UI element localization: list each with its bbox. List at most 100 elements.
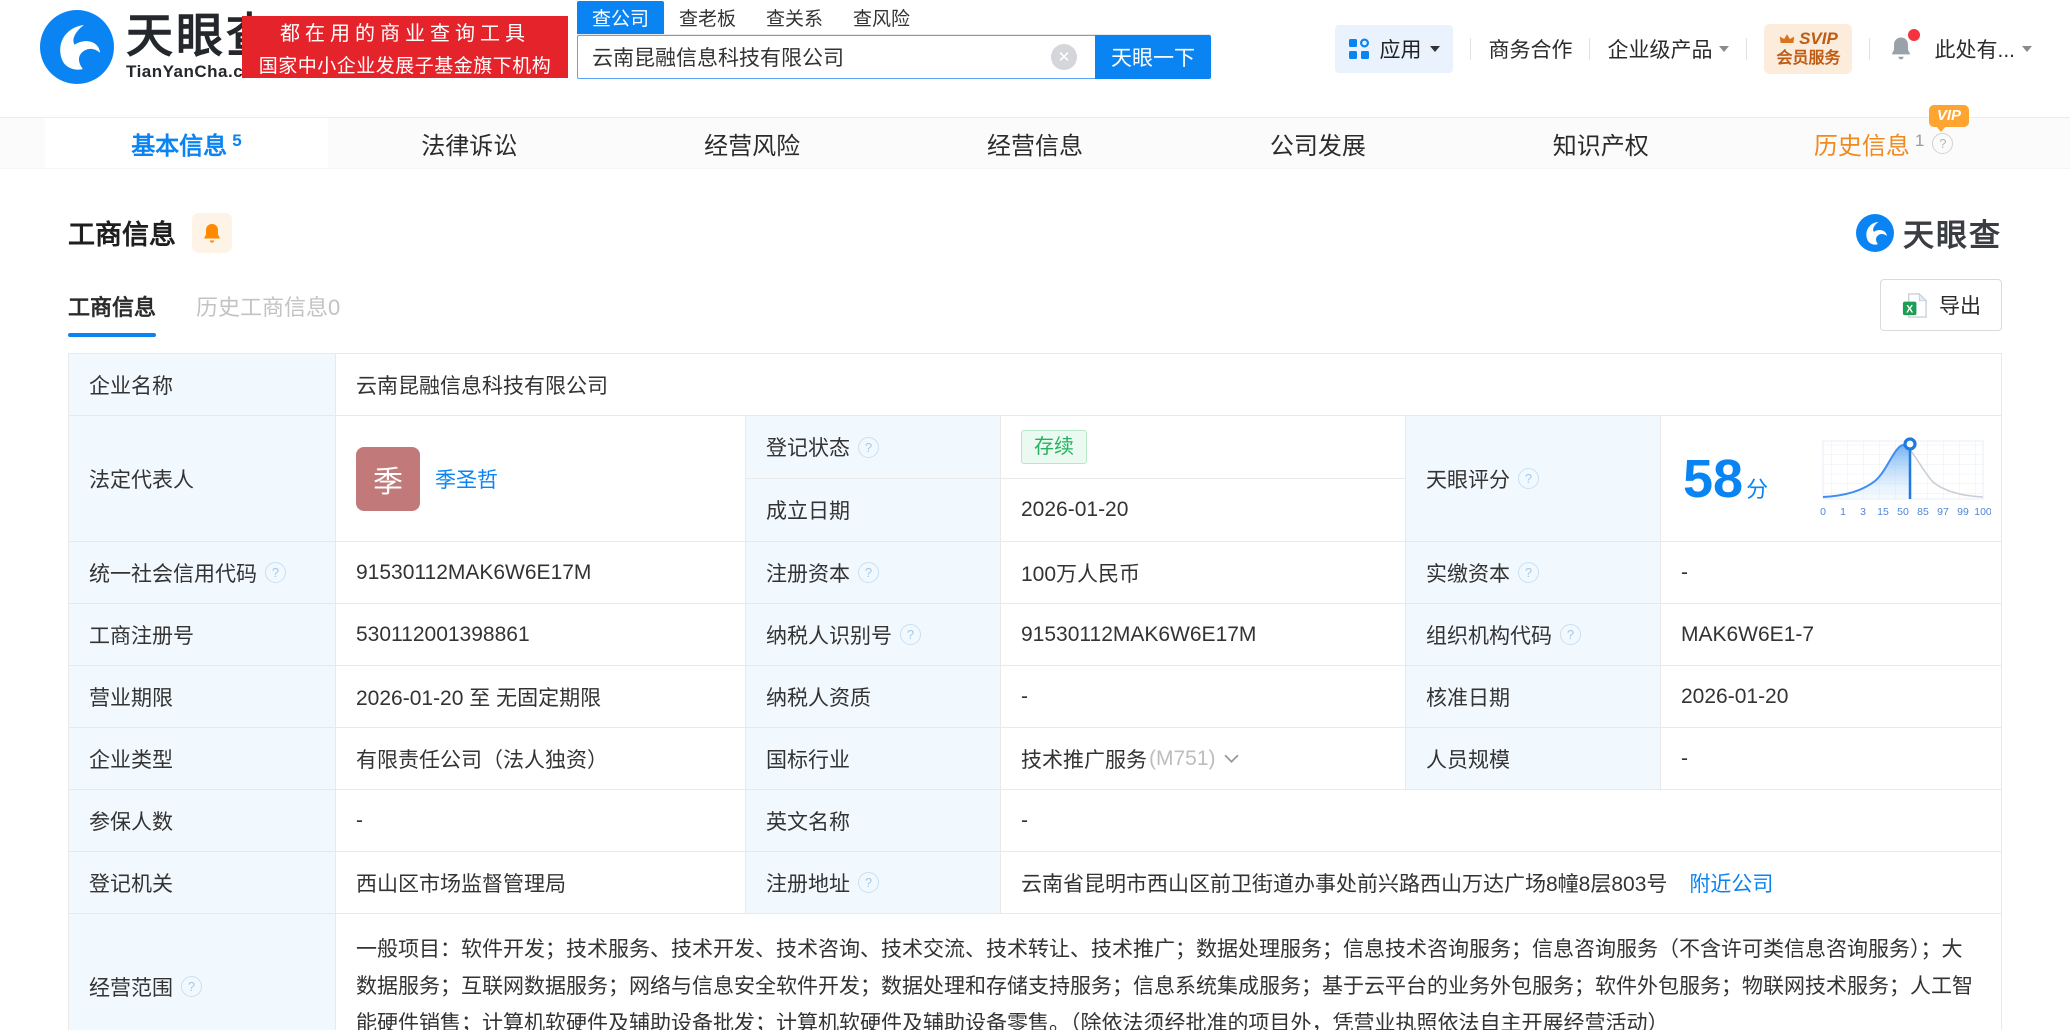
english-name-value: - (1021, 808, 1028, 832)
username: 此处有... (1934, 38, 2015, 62)
taxpayer-id-help-icon[interactable]: ? (900, 624, 921, 645)
divider (1470, 37, 1472, 60)
business-scope-label: 经营范围 ? (69, 914, 336, 1030)
tyc-score-value: 58 分 0 1 3 15 50 85 97 99 100 (1661, 416, 2001, 541)
svg-text:3: 3 (1860, 506, 1866, 518)
nearby-companies-link[interactable]: 附近公司 (1689, 868, 1773, 898)
nav-enterprise-products[interactable]: 企业级产品 (1607, 34, 1730, 64)
tab-operating-risk[interactable]: 经营风险 (611, 118, 894, 168)
svip-member-badge[interactable]: SVIP 会员服务 (1764, 24, 1853, 74)
reg-capital-value: 100万人民币 (1001, 542, 1406, 603)
paid-capital-help-icon[interactable]: ? (1518, 562, 1539, 583)
insured-count-label: 参保人数 (69, 790, 336, 851)
promo-badge[interactable]: 都在用的商业查询工具 国家中小企业发展子基金旗下机构 (242, 16, 568, 78)
search-box: ✕ 天眼一下 (577, 35, 1211, 79)
notification-dot (1908, 28, 1921, 41)
paid-capital-label: 实缴资本 ? (1406, 542, 1661, 603)
credit-code-label: 统一社会信用代码 ? (69, 542, 336, 603)
user-menu[interactable]: 此处有... (1934, 34, 2032, 64)
enterprise-caret-icon (1719, 45, 1730, 52)
export-button[interactable]: X 导出 (1880, 279, 2002, 331)
staff-size-label: 人员规模 (1406, 728, 1661, 789)
notifications-bell[interactable] (1887, 28, 1921, 65)
table-row: 企业类型 有限责任公司（法人独资） 国标行业 技术推广服务 (M751) 人员规… (69, 728, 2001, 790)
tab-intellectual-property[interactable]: 知识产权 (1459, 118, 1742, 168)
user-caret-icon (2022, 45, 2032, 52)
taxpayer-id-label: 纳税人识别号 ? (746, 604, 1001, 665)
business-term-value: 2026-01-20 至 无固定期限 (336, 666, 746, 727)
tab-operating-info[interactable]: 经营信息 (894, 118, 1177, 168)
svg-text:1: 1 (1840, 506, 1846, 518)
monitor-bell-button[interactable] (192, 212, 232, 253)
legal-rep-avatar[interactable]: 季 (356, 446, 420, 511)
apps-menu[interactable]: 应用 (1335, 24, 1454, 73)
reg-address-value: 云南省昆明市西山区前卫街道办事处前兴路西山万达广场8幢8层803号 附近公司 (1001, 852, 2001, 913)
reg-capital-label: 注册资本 ? (746, 542, 1001, 603)
score-unit: 分 (1746, 476, 1769, 502)
tab-legal-proceedings[interactable]: 法律诉讼 (328, 118, 611, 168)
table-row: 经营范围 ? 一般项目：软件开发；技术服务、技术开发、技术咨询、技术交流、技术转… (69, 914, 2001, 1030)
taxpayer-qualification-label: 纳税人资质 (746, 666, 1001, 727)
export-label: 导出 (1939, 295, 1981, 318)
tianyancha-logo[interactable]: 天眼查 TianYanCha.com (40, 10, 276, 84)
search-tab-relation[interactable]: 查关系 (751, 1, 838, 34)
crown-icon (1779, 34, 1795, 44)
nav-biz-cooperation[interactable]: 商务合作 (1488, 34, 1572, 64)
svg-text:X: X (1906, 303, 1913, 315)
business-scope-value: 一般项目：软件开发；技术服务、技术开发、技术咨询、技术交流、技术转让、技术推广；… (356, 938, 1973, 1030)
credit-code-help-icon[interactable]: ? (265, 562, 286, 583)
business-scope-help-icon[interactable]: ? (181, 976, 202, 997)
legal-rep-value: 季 季圣哲 (336, 416, 746, 541)
divider (1746, 37, 1748, 60)
industry-expand-icon[interactable] (1223, 754, 1239, 763)
org-code-label: 组织机构代码 ? (1406, 604, 1661, 665)
reg-status-label: 登记状态 ? (746, 416, 1001, 478)
org-code-value: MAK6W6E1-7 (1681, 622, 1815, 646)
taxpayer-qualification-value: - (1001, 666, 1406, 727)
search-tab-risk[interactable]: 查风险 (838, 1, 925, 34)
apps-grid-icon (1349, 38, 1370, 59)
tianyancha-company-page: 天眼查 TianYanCha.com 都在用的商业查询工具 国家中小企业发展子基… (0, 0, 2070, 1030)
clear-search-icon[interactable]: ✕ (1051, 44, 1077, 70)
tab-company-development[interactable]: 公司发展 (1176, 118, 1459, 168)
svg-text:15: 15 (1877, 506, 1889, 518)
promo-line1: 都在用的商业查询工具 (280, 22, 530, 45)
tyc-score-label: 天眼评分 ? (1406, 416, 1661, 541)
legal-rep-label: 法定代表人 (69, 416, 336, 541)
table-row: 企业名称 云南昆融信息科技有限公司 (69, 354, 2001, 416)
reg-number-value: 530112001398861 (336, 604, 746, 665)
reg-status-help-icon[interactable]: ? (858, 436, 879, 458)
svg-text:100: 100 (1974, 506, 1991, 518)
table-row: 登记机关 西山区市场监督管理局 注册地址 ? 云南省昆明市西山区前卫街道办事处前… (69, 852, 2001, 914)
legal-rep-link[interactable]: 季圣哲 (435, 464, 498, 494)
history-help-icon[interactable]: ? (1932, 132, 1954, 154)
subtab-history-business-info[interactable]: 历史工商信息0 (196, 290, 340, 337)
establish-date-value: 2026-01-20 (1021, 498, 1129, 521)
tab-history-label: 历史信息 (1813, 132, 1910, 160)
reg-number-label: 工商注册号 (69, 604, 336, 665)
tyc-score-help-icon[interactable]: ? (1518, 468, 1539, 489)
search-tab-company[interactable]: 查公司 (577, 1, 665, 34)
tab-basic-label: 基本信息 (131, 132, 228, 160)
subtab-business-info[interactable]: 工商信息 (68, 290, 157, 337)
tianyancha-watermark: 天眼查 (1856, 210, 2002, 255)
reg-address-help-icon[interactable]: ? (858, 872, 879, 893)
taxpayer-id-value: 91530112MAK6W6E17M (1001, 604, 1406, 665)
table-row: 法定代表人 季 季圣哲 登记状态 ? 存续 成立日期 2026-01-20 天眼… (69, 416, 2001, 542)
search-tab-boss[interactable]: 查老板 (664, 1, 751, 34)
search-button[interactable]: 天眼一下 (1095, 35, 1211, 79)
tab-basic-info[interactable]: 基本信息 5 (45, 118, 328, 168)
insured-count-value: - (336, 790, 746, 851)
paid-capital-value: - (1681, 560, 1688, 584)
reg-capital-help-icon[interactable]: ? (858, 562, 879, 583)
section-title: 工商信息 (68, 220, 176, 250)
search-area: 查公司 查老板 查关系 查风险 ✕ 天眼一下 (577, 1, 1211, 79)
svip-label: SVIP (1799, 29, 1838, 48)
top-header: 天眼查 TianYanCha.com 都在用的商业查询工具 国家中小企业发展子基… (0, 0, 2070, 116)
org-code-help-icon[interactable]: ? (1560, 624, 1581, 645)
company-name-label: 企业名称 (69, 354, 336, 415)
status-date-column: 登记状态 ? 存续 成立日期 2026-01-20 (746, 416, 1406, 541)
industry-label: 国标行业 (746, 728, 1001, 789)
tab-history-info[interactable]: VIP 历史信息 1 ? (1742, 105, 2025, 168)
search-input[interactable] (577, 35, 1095, 79)
